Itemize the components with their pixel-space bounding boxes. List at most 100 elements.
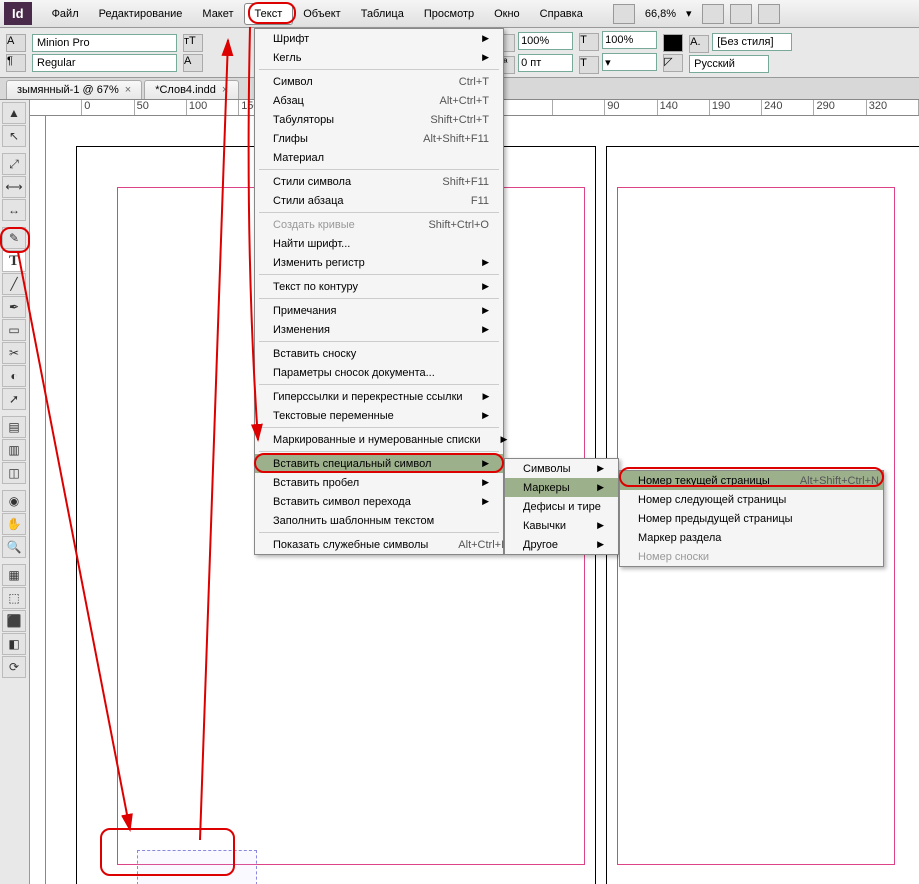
menu-item[interactable]: Стили символаShift+F11 bbox=[255, 172, 503, 191]
vertical-ruler[interactable] bbox=[30, 116, 46, 884]
special-char-submenu: Символы▶Маркеры▶Дефисы и тире▶Кавычки▶Др… bbox=[504, 458, 619, 555]
menubar: Id Файл Редактирование Макет Текст Объек… bbox=[0, 0, 919, 28]
menu-item[interactable]: ТабуляторыShift+Ctrl+T bbox=[255, 110, 503, 129]
tool-button[interactable]: ➚ bbox=[2, 388, 26, 410]
menu-file[interactable]: Файл bbox=[42, 4, 89, 24]
menu-item[interactable]: Текстовые переменные▶ bbox=[255, 406, 503, 425]
scale-h-input[interactable] bbox=[518, 32, 573, 50]
menu-item: Создать кривыеShift+Ctrl+O bbox=[255, 215, 503, 234]
menu-item[interactable]: Показать служебные символыAlt+Ctrl+I bbox=[255, 535, 503, 554]
text-menu-dropdown: Шрифт▶Кегль▶СимволCtrl+TАбзацAlt+Ctrl+TТ… bbox=[254, 28, 504, 555]
menu-table[interactable]: Таблица bbox=[351, 4, 414, 24]
menu-item[interactable]: Номер текущей страницыAlt+Shift+Ctrl+N bbox=[620, 471, 883, 490]
menu-item[interactable]: Маркированные и нумерованные списки▶ bbox=[255, 430, 503, 449]
char-style-select[interactable] bbox=[712, 33, 792, 51]
stroke-icon[interactable]: ◸ bbox=[663, 54, 683, 72]
menu-item[interactable]: Вставить пробел▶ bbox=[255, 473, 503, 492]
menu-window[interactable]: Окно bbox=[484, 4, 530, 24]
tool-button[interactable]: ⟳ bbox=[2, 656, 26, 678]
tool-button[interactable]: ◫ bbox=[2, 462, 26, 484]
menu-item[interactable]: Шрифт▶ bbox=[255, 29, 503, 48]
menu-item[interactable]: ГлифыAlt+Shift+F11 bbox=[255, 129, 503, 148]
char-format-icon[interactable]: A bbox=[6, 34, 26, 52]
menu-help[interactable]: Справка bbox=[530, 4, 593, 24]
menu-item[interactable]: СимволCtrl+T bbox=[255, 72, 503, 91]
menu-item[interactable]: Изменения▶ bbox=[255, 320, 503, 339]
tool-button[interactable]: ✎ bbox=[2, 227, 26, 249]
menu-item[interactable]: Другое▶ bbox=[505, 535, 618, 554]
submenu-arrow-icon: ▶ bbox=[482, 33, 489, 44]
tool-button[interactable]: ⬚ bbox=[2, 587, 26, 609]
tool-button[interactable]: ▦ bbox=[2, 564, 26, 586]
menu-item[interactable]: Кавычки▶ bbox=[505, 516, 618, 535]
menu-item[interactable]: Гиперссылки и перекрестные ссылки▶ bbox=[255, 387, 503, 406]
menu-object[interactable]: Объект bbox=[293, 4, 350, 24]
close-icon[interactable]: × bbox=[125, 84, 131, 96]
menu-item[interactable]: Заполнить шаблонным текстом bbox=[255, 511, 503, 530]
menu-item[interactable]: Материал bbox=[255, 148, 503, 167]
tool-button[interactable]: ⤢ bbox=[2, 153, 26, 175]
tool-button[interactable]: ▥ bbox=[2, 439, 26, 461]
font-family-select[interactable] bbox=[32, 34, 177, 52]
menu-item[interactable]: Дефисы и тире▶ bbox=[505, 497, 618, 516]
menu-item[interactable]: Вставить символ перехода▶ bbox=[255, 492, 503, 511]
tool-button[interactable]: ✒ bbox=[2, 296, 26, 318]
baseline-input[interactable] bbox=[518, 54, 573, 72]
menu-item[interactable]: Кегль▶ bbox=[255, 48, 503, 67]
tool-button[interactable]: ▲ bbox=[2, 102, 26, 124]
menu-layout[interactable]: Макет bbox=[192, 4, 243, 24]
submenu-arrow-icon: ▶ bbox=[482, 458, 489, 469]
submenu-arrow-icon: ▶ bbox=[482, 305, 489, 316]
menu-item[interactable]: Номер следующей страницы bbox=[620, 490, 883, 509]
zoom-level[interactable]: 66,8% bbox=[639, 6, 682, 22]
bridge-icon[interactable] bbox=[613, 4, 635, 24]
submenu-arrow-icon: ▶ bbox=[482, 257, 489, 268]
tool-button[interactable]: ◧ bbox=[2, 633, 26, 655]
tool-button[interactable]: ✂ bbox=[2, 342, 26, 364]
menu-item[interactable]: Вставить сноску bbox=[255, 344, 503, 363]
menu-item[interactable]: Маркеры▶ bbox=[505, 478, 618, 497]
menu-item[interactable]: Изменить регистр▶ bbox=[255, 253, 503, 272]
tool-button[interactable]: ◉ bbox=[2, 490, 26, 512]
para-format-icon[interactable]: ¶ bbox=[6, 54, 26, 72]
font-weight-select[interactable] bbox=[32, 54, 177, 72]
menu-item[interactable]: АбзацAlt+Ctrl+T bbox=[255, 91, 503, 110]
tool-button[interactable]: ▤ bbox=[2, 416, 26, 438]
skew-input[interactable] bbox=[602, 53, 657, 71]
lang-select[interactable] bbox=[689, 55, 769, 73]
menu-item[interactable]: Текст по контуру▶ bbox=[255, 277, 503, 296]
menu-edit[interactable]: Редактирование bbox=[89, 4, 193, 24]
type-tool[interactable]: T bbox=[2, 250, 26, 272]
arrange-icon[interactable] bbox=[758, 4, 780, 24]
menu-item: Номер сноски bbox=[620, 547, 883, 566]
tool-button[interactable]: ⟷ bbox=[2, 176, 26, 198]
text-frame[interactable] bbox=[137, 850, 257, 884]
screen-mode-icon[interactable] bbox=[730, 4, 752, 24]
view-mode-icon[interactable] bbox=[702, 4, 724, 24]
menu-text[interactable]: Текст bbox=[244, 3, 294, 25]
app-logo: Id bbox=[4, 2, 32, 25]
doc-tab[interactable]: *Слов4.indd× bbox=[144, 80, 239, 99]
menu-item[interactable]: Примечания▶ bbox=[255, 301, 503, 320]
charstyle-icon: A. bbox=[689, 35, 709, 53]
menu-view[interactable]: Просмотр bbox=[414, 4, 484, 24]
close-icon[interactable]: × bbox=[222, 84, 228, 96]
tool-button[interactable]: ✋ bbox=[2, 513, 26, 535]
tool-button[interactable]: 🔍 bbox=[2, 536, 26, 558]
menu-item[interactable]: Маркер раздела bbox=[620, 528, 883, 547]
menu-item[interactable]: Номер предыдущей страницы bbox=[620, 509, 883, 528]
menu-item[interactable]: Стили абзацаF11 bbox=[255, 191, 503, 210]
fill-icon[interactable]: T bbox=[663, 34, 683, 52]
doc-tab[interactable]: зымянный-1 @ 67%× bbox=[6, 80, 142, 99]
tool-button[interactable]: ▭ bbox=[2, 319, 26, 341]
tool-button[interactable]: ↔ bbox=[2, 199, 26, 221]
tool-button[interactable]: ╱ bbox=[2, 273, 26, 295]
menu-item[interactable]: Символы▶ bbox=[505, 459, 618, 478]
tool-button[interactable]: ↖ bbox=[2, 125, 26, 147]
menu-item[interactable]: Параметры сносок документа... bbox=[255, 363, 503, 382]
tool-button[interactable]: ⬛ bbox=[2, 610, 26, 632]
scale-v-input[interactable] bbox=[602, 31, 657, 49]
menu-item[interactable]: Найти шрифт... bbox=[255, 234, 503, 253]
tool-button[interactable]: ◐ bbox=[2, 365, 26, 387]
menu-item[interactable]: Вставить специальный символ▶ bbox=[255, 454, 503, 473]
